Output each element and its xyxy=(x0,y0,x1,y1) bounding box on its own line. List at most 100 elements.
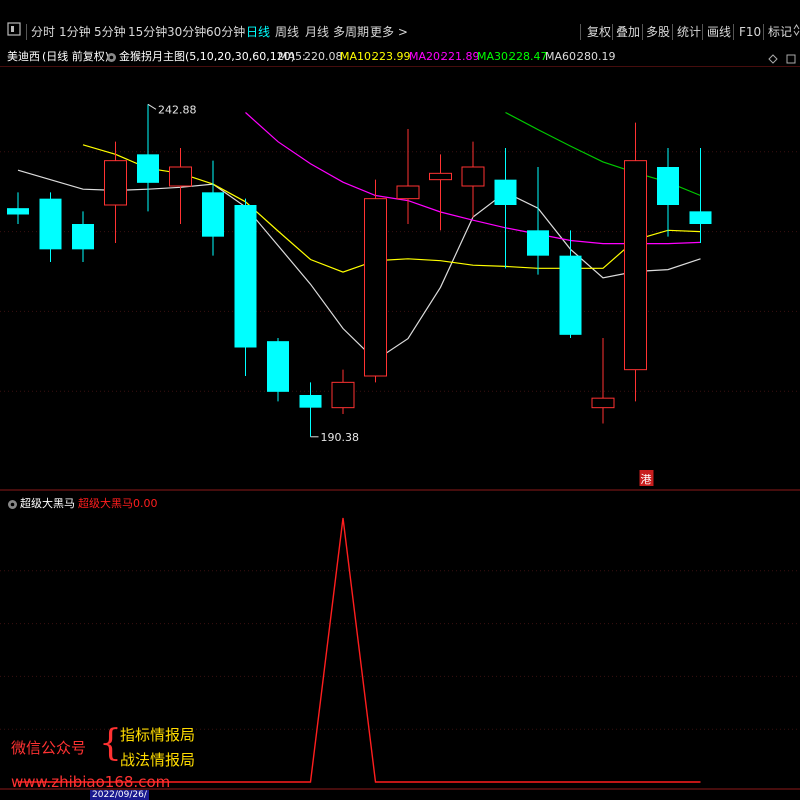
watermark-account-2: 战法情报局 xyxy=(120,751,196,769)
adjust-button[interactable]: 复权 xyxy=(587,22,611,42)
candle-body xyxy=(559,255,582,335)
candle xyxy=(299,382,322,437)
candle-body xyxy=(689,211,712,224)
candle xyxy=(267,338,289,402)
candle-body xyxy=(591,397,615,409)
candle xyxy=(169,148,192,224)
candle-body xyxy=(169,166,192,187)
period-tab-1min[interactable]: 1分钟 xyxy=(59,22,91,42)
candle-body xyxy=(624,160,647,371)
selected-date: 2022/09/26/ xyxy=(90,790,149,800)
arrows-icon[interactable] xyxy=(793,22,800,42)
watermark-account-1: 指标情报局 xyxy=(120,726,196,744)
candle xyxy=(689,148,712,243)
candle xyxy=(202,160,224,256)
ma20-value: 221.89 xyxy=(441,50,480,63)
candle xyxy=(559,230,582,338)
toolbar-divider xyxy=(672,24,673,40)
candle-body xyxy=(527,230,549,256)
mark-button[interactable]: 标记 xyxy=(768,22,792,42)
low-price-label: 190.38 xyxy=(321,431,360,444)
period-tab-30min[interactable]: 30分钟 xyxy=(167,22,206,42)
candle-body xyxy=(7,208,29,215)
candle xyxy=(461,141,485,218)
period-tab-multi[interactable]: 多周期 xyxy=(333,22,369,42)
toolbar-divider xyxy=(642,24,643,40)
candle-body xyxy=(657,167,679,205)
candle xyxy=(591,338,615,424)
candle xyxy=(527,167,549,275)
toolbar-divider xyxy=(702,24,703,40)
toolbar-divider xyxy=(26,24,27,40)
candle-body xyxy=(364,198,387,377)
candle xyxy=(72,211,94,262)
period-tab-60min[interactable]: 60分钟 xyxy=(206,22,245,42)
toolbar-divider xyxy=(763,24,764,40)
ma10-label: MA10: xyxy=(340,50,375,63)
candle-body xyxy=(72,224,94,250)
candle xyxy=(331,369,355,414)
ma30-label: MA30: xyxy=(477,50,512,63)
chart-mode: (日线 前复权) xyxy=(42,50,110,63)
period-tab-more[interactable]: 更多 > xyxy=(370,22,408,42)
candle-body xyxy=(267,341,289,392)
candle-body xyxy=(202,192,224,237)
candle-body xyxy=(104,160,127,206)
period-tab-minute[interactable]: 分时 xyxy=(31,22,55,42)
candle-body xyxy=(461,166,485,187)
candle xyxy=(39,192,62,262)
candle xyxy=(104,141,127,243)
candle xyxy=(396,129,420,224)
candle-body xyxy=(137,154,159,183)
candle-body xyxy=(396,185,420,200)
stats-button[interactable]: 统计 xyxy=(677,22,701,42)
ma5-value: 220.08 xyxy=(304,50,343,63)
period-tab-15min[interactable]: 15分钟 xyxy=(128,22,167,42)
ma5-label: MA5: xyxy=(278,50,306,63)
candle xyxy=(624,122,647,402)
candle-body xyxy=(494,179,517,205)
hk-badge-label: 港 xyxy=(641,473,652,486)
period-tab-daily[interactable]: 日线 xyxy=(246,22,270,42)
indicator-name[interactable]: 金猴拐月主图(5,10,20,30,60,120) xyxy=(119,48,295,66)
period-tab-monthly[interactable]: 月线 xyxy=(305,22,329,42)
candle-body xyxy=(429,172,452,181)
candle xyxy=(7,192,29,224)
brace-icon: { xyxy=(99,723,122,764)
candlestick-chart[interactable]: 242.88 190.38 港 xyxy=(0,66,800,492)
toolbar: 分时 1分钟 5分钟 15分钟 30分钟 60分钟 日线 周线 月线 多周期 更… xyxy=(0,0,800,46)
candle xyxy=(137,104,159,212)
candle xyxy=(364,179,387,383)
candle-body xyxy=(39,198,62,250)
chart-info-line: 美迪西 (日线 前复权) 金猴拐月主图(5,10,20,30,60,120) M… xyxy=(0,48,800,66)
toolbar-divider xyxy=(733,24,734,40)
candle-body xyxy=(299,395,322,408)
candle-body xyxy=(234,205,257,348)
watermark-wechat: 微信公众号 xyxy=(11,739,87,757)
stock-name: 美迪西 xyxy=(7,50,40,63)
watermark-url: www.zhibiao168.com xyxy=(11,773,171,791)
draw-line-button[interactable]: 画线 xyxy=(707,22,731,42)
date-axis: 2022/09/26/ xyxy=(0,790,800,800)
period-tab-5min[interactable]: 5分钟 xyxy=(94,22,126,42)
multi-stock-button[interactable]: 多股 xyxy=(646,22,670,42)
overlay-button[interactable]: 叠加 xyxy=(616,22,640,42)
toolbar-divider xyxy=(580,24,581,40)
candle xyxy=(657,148,679,237)
ma10-value: 223.99 xyxy=(372,50,411,63)
high-marker xyxy=(147,103,157,110)
ma60-value: 280.19 xyxy=(577,50,616,63)
candle-body xyxy=(331,381,355,409)
period-tab-weekly[interactable]: 周线 xyxy=(275,22,299,42)
high-price-label: 242.88 xyxy=(158,103,197,116)
ma30-value: 228.47 xyxy=(509,50,548,63)
watermark: 微信公众号 { 指标情报局 战法情报局 www.zhibiao168.com xyxy=(8,722,248,792)
ma20-label: MA20: xyxy=(409,50,444,63)
candle xyxy=(494,148,517,269)
f10-button[interactable]: F10 xyxy=(739,22,761,42)
toolbar-divider xyxy=(612,24,613,40)
ma60-label: MA60: xyxy=(545,50,580,63)
candle xyxy=(234,198,257,376)
candle xyxy=(429,154,452,231)
square-icon[interactable] xyxy=(7,22,21,42)
